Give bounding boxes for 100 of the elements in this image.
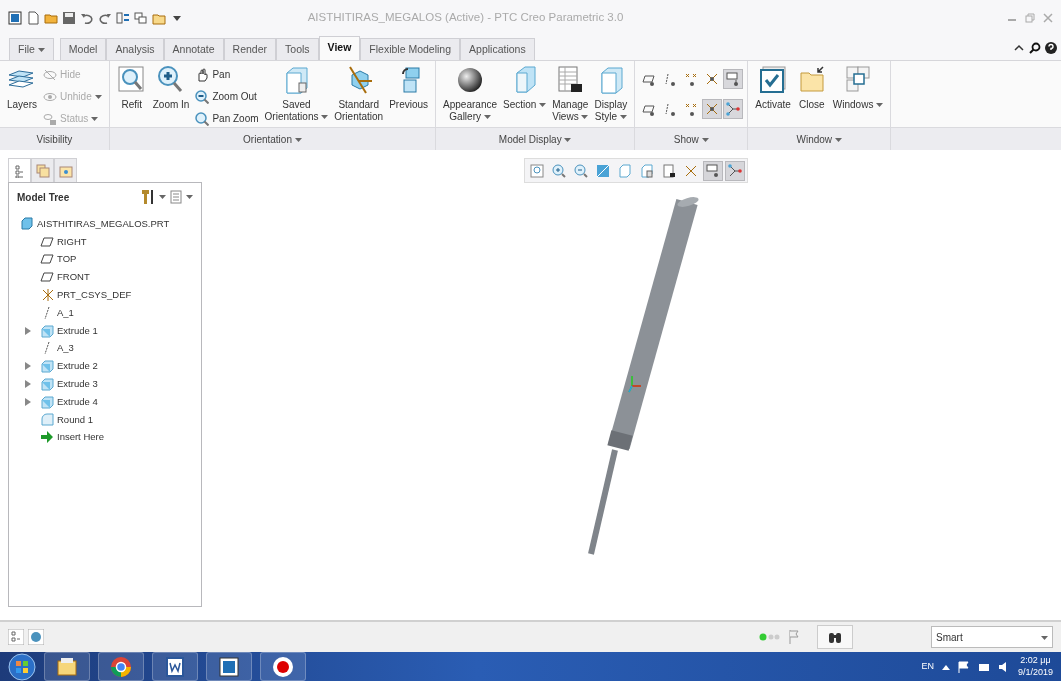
zoom-out-icon: [573, 163, 588, 178]
toggle-button[interactable]: [723, 69, 744, 89]
connector-icon: [726, 102, 741, 116]
tree-item[interactable]: Extrude 1: [57, 323, 98, 338]
caret-icon: [834, 137, 842, 142]
ribbon-button[interactable]: Layers: [4, 65, 40, 111]
ribbon-tab[interactable]: Applications: [460, 38, 535, 60]
new-file-icon[interactable]: [26, 11, 40, 25]
app-icon: [217, 654, 241, 679]
tray-arrow-icon[interactable]: [941, 663, 950, 670]
ribbon-tab[interactable]: Flexible Modeling: [360, 38, 461, 60]
expand-arrow-icon[interactable]: [25, 380, 31, 389]
point-display-icon: [684, 72, 699, 86]
ribbon-button[interactable]: Appearance Gallery: [440, 65, 500, 123]
expand-arrow-icon[interactable]: [25, 397, 31, 406]
group-label[interactable]: Orientation: [243, 131, 302, 147]
ribbon-button[interactable]: Activate: [752, 65, 794, 111]
window-title: AISTHITIRAS_MEGALOS (Active) - PTC Creo Parametric 3.0: [306, 10, 625, 26]
find-button[interactable]: [817, 625, 853, 649]
extrude-icon: [40, 323, 54, 338]
caret-icon: [701, 137, 709, 142]
save-icon[interactable]: [62, 11, 76, 25]
filter-dropdown[interactable]: Smart: [931, 626, 1053, 648]
ribbon-button[interactable]: Pan Zoom: [195, 109, 259, 128]
taskbar-button[interactable]: [206, 652, 252, 681]
tree-item[interactable]: AISTHITIRAS_MEGALOS.PRT: [37, 216, 170, 231]
tag-display-icon: [705, 163, 720, 178]
plane-icon: [40, 270, 54, 285]
expand-arrow-icon[interactable]: [25, 362, 31, 371]
help-icon[interactable]: [1045, 42, 1057, 54]
ribbon-button[interactable]: Zoom In: [149, 65, 193, 111]
clock-time[interactable]: 2:02 μμ: [1017, 654, 1053, 667]
extrude-icon: [40, 394, 54, 409]
tree-item[interactable]: TOP: [57, 252, 77, 267]
repaint-icon: [595, 163, 610, 178]
windows-icon[interactable]: [134, 11, 148, 25]
start-button-icon[interactable]: [8, 652, 36, 681]
folder-icon[interactable]: [44, 11, 58, 25]
ribbon-tab[interactable]: Render: [223, 38, 277, 60]
toggle-button[interactable]: [723, 99, 744, 119]
tag-display-icon: [726, 72, 741, 86]
checkbox-window-icon: [758, 65, 788, 95]
ribbon-button[interactable]: Standard Orientation: [331, 65, 387, 123]
taskbar-button[interactable]: [260, 652, 306, 681]
ribbon-tab[interactable]: Tools: [276, 38, 319, 60]
navigator-tab[interactable]: [8, 158, 31, 182]
taskbar-button[interactable]: [98, 652, 144, 681]
language-indicator[interactable]: EN: [921, 659, 934, 674]
tree-item[interactable]: FRONT: [57, 270, 90, 285]
tree-item[interactable]: Extrude 2: [57, 359, 98, 374]
ribbon-button[interactable]: Pan: [195, 65, 259, 84]
toggle-button[interactable]: [702, 99, 723, 119]
caret-icon: [159, 195, 166, 199]
search-icon[interactable]: [1029, 42, 1041, 54]
tree-icon[interactable]: [8, 629, 24, 645]
tree-item[interactable]: Round 1: [57, 412, 93, 427]
redo-icon[interactable]: [98, 11, 112, 25]
tree-item[interactable]: Extrude 4: [57, 394, 98, 409]
tree-item[interactable]: A_3: [57, 341, 74, 356]
taskbar-button[interactable]: [152, 652, 198, 681]
ribbon-button[interactable]: Windows: [829, 65, 887, 111]
ribbon-button[interactable]: Section: [500, 65, 550, 111]
navigator-tab[interactable]: [54, 158, 77, 182]
taskbar-button[interactable]: [44, 652, 90, 681]
tree-item[interactable]: Insert Here: [57, 430, 104, 445]
app-icon[interactable]: [8, 11, 22, 25]
caret-icon: [321, 115, 329, 120]
extrude-icon: [40, 359, 54, 374]
tree-item[interactable]: Extrude 3: [57, 376, 98, 392]
panel-title: Model Tree: [17, 190, 70, 205]
tree-item[interactable]: PRT_CSYS_DEF: [57, 287, 132, 303]
ribbon-button[interactable]: Saved Orientations: [261, 65, 332, 123]
table-camera-icon: [661, 163, 676, 178]
caret-icon: [94, 94, 102, 99]
status-icon: [43, 111, 57, 126]
plane-icon: [40, 234, 54, 249]
ribbon-tab[interactable]: View: [318, 36, 361, 60]
ribbon-tab[interactable]: Model: [59, 38, 107, 60]
tree-item[interactable]: RIGHT: [57, 234, 87, 249]
flag-icon[interactable]: [957, 660, 970, 673]
ribbon-tab[interactable]: Analysis: [106, 38, 164, 60]
csys-icon: [40, 288, 54, 303]
ribbon-button[interactable]: Refit: [113, 65, 150, 111]
clock-date[interactable]: 9/1/2019: [1017, 666, 1053, 679]
hide-icon: [43, 67, 57, 82]
tools-icon[interactable]: [141, 189, 155, 205]
expand-arrow-icon[interactable]: [25, 326, 31, 335]
caret-icon: [1041, 635, 1048, 640]
round-icon: [40, 412, 54, 427]
undo-icon[interactable]: [80, 11, 94, 25]
ribbon-button[interactable]: Close: [793, 65, 830, 111]
ribbon-tab[interactable]: Annotate: [163, 38, 224, 60]
tree-item[interactable]: A_1: [57, 305, 74, 320]
ribbon-button[interactable]: Previous: [386, 65, 432, 111]
ribbon-button[interactable]: Manage Views: [549, 65, 592, 123]
ribbon-button[interactable]: Zoom Out: [195, 87, 259, 106]
windows-icon: [843, 65, 873, 95]
caret-icon: [91, 116, 99, 121]
ribbon-button[interactable]: Display Style: [591, 65, 631, 123]
file-menu[interactable]: File: [9, 38, 54, 60]
